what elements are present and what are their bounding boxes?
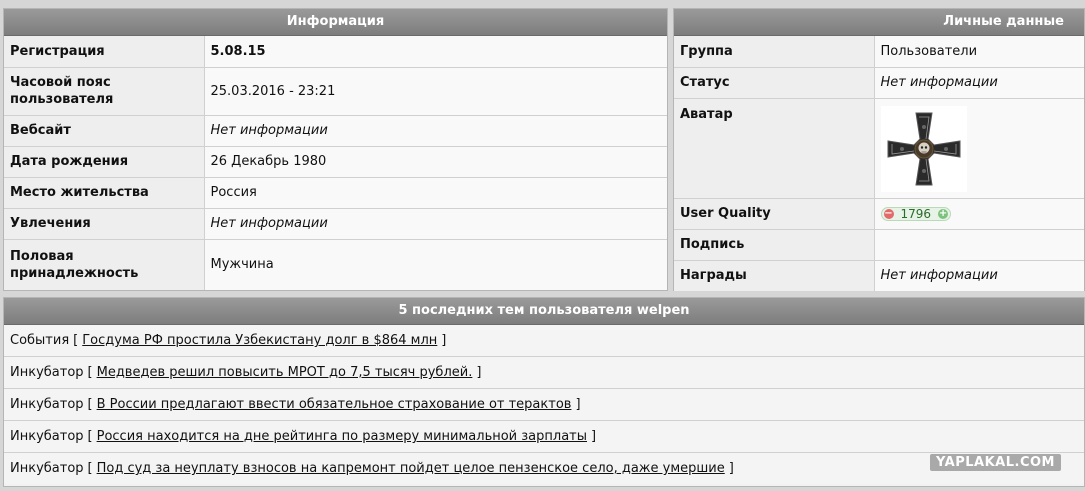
personal-panel: Личные данные Группа Пользователи Статус… [673, 8, 1085, 291]
personal-label: Группа [674, 36, 874, 68]
info-value: 25.03.2016 - 23:21 [203, 67, 667, 116]
iron-cross-avatar-icon [887, 112, 960, 185]
personal-value: Нет информации [873, 260, 1084, 291]
info-table: Регистрация 5.08.15 Часовой пояс пользов… [4, 36, 667, 290]
info-value: Мужчина [203, 239, 667, 290]
bracket-close: ] [441, 333, 447, 348]
info-row-birthday: Дата рождения 26 Декабрь 1980 [4, 146, 667, 178]
personal-panel-title: Личные данные [674, 9, 1084, 36]
info-row-website: Вебсайт Нет информации [4, 115, 667, 147]
personal-row-awards: Награды Нет информации [674, 260, 1084, 291]
info-label: Часовой пояс пользователя [4, 67, 204, 116]
list-item: Инкубатор[ Под суд за неуплату взносов на… [4, 453, 1084, 484]
topic-link[interactable]: В России предлагают ввести обязательное … [97, 397, 572, 412]
bracket-open: [ [87, 397, 93, 412]
info-label: Вебсайт [4, 115, 204, 147]
info-value: Нет информации [203, 115, 667, 147]
list-item: События[Госдума РФ простила Узбекистану … [4, 325, 1084, 357]
bracket-open: [ [73, 333, 79, 348]
personal-table: Группа Пользователи Статус Нет информаци… [674, 36, 1084, 291]
vote-down-button[interactable]: − [883, 208, 894, 219]
bracket-close: ] [476, 365, 482, 380]
info-row-gender: Половая принадлежность Мужчина [4, 239, 667, 290]
topic-section: Инкубатор [10, 461, 84, 476]
list-item: Инкубатор[ Медведев решил повысить МРОТ д… [4, 357, 1084, 389]
personal-value: Пользователи [873, 36, 1084, 68]
list-item: Инкубатор[ В России предлагают ввести обя… [4, 389, 1084, 421]
info-panel-title: Информация [4, 9, 667, 36]
info-value: Россия [203, 177, 667, 209]
bracket-open: [ [87, 461, 93, 476]
quality-cell: − 1796 + [873, 198, 1084, 230]
topic-section: Инкубатор [10, 429, 84, 444]
personal-label: Подпись [674, 229, 874, 261]
personal-row-status: Статус Нет информации [674, 67, 1084, 99]
info-label: Половая принадлежность [4, 239, 204, 290]
topic-section: Инкубатор [10, 397, 84, 412]
list-item: Инкубатор[ Россия находится на дне рейтин… [4, 421, 1084, 453]
personal-label: Аватар [674, 98, 874, 199]
info-value: 26 Декабрь 1980 [203, 146, 667, 178]
personal-label: User Quality [674, 198, 874, 230]
avatar-cell [873, 98, 1084, 199]
info-value: Нет информации [203, 208, 667, 240]
bracket-open: [ [87, 429, 93, 444]
topic-link[interactable]: Медведев решил повысить МРОТ до 7,5 тыся… [97, 365, 473, 380]
info-label: Место жительства [4, 177, 204, 209]
topic-section: События [10, 333, 70, 348]
bracket-open: [ [87, 365, 93, 380]
site-watermark: YAPLAKAL.COM [930, 454, 1061, 471]
topic-link[interactable]: Госдума РФ простила Узбекистану долг в $… [82, 333, 437, 348]
info-row-registration: Регистрация 5.08.15 [4, 36, 667, 68]
info-value: 5.08.15 [203, 36, 667, 68]
bracket-close: ] [728, 461, 734, 476]
recent-topics-title: 5 последних тем пользователя welpen [4, 298, 1084, 325]
info-row-interests: Увлечения Нет информации [4, 208, 667, 240]
quality-value: 1796 [900, 206, 932, 221]
info-label: Увлечения [4, 208, 204, 240]
info-row-location: Место жительства Россия [4, 177, 667, 209]
info-row-timezone: Часовой пояс пользователя 25.03.2016 - 2… [4, 67, 667, 116]
personal-row-signature: Подпись [674, 229, 1084, 261]
bracket-close: ] [575, 397, 581, 412]
personal-value: Нет информации [873, 67, 1084, 99]
recent-topics-panel: 5 последних тем пользователя welpen Собы… [3, 297, 1085, 487]
info-label: Дата рождения [4, 146, 204, 178]
personal-row-quality: User Quality − 1796 + [674, 198, 1084, 230]
personal-value-empty [873, 229, 1084, 261]
topic-section: Инкубатор [10, 365, 84, 380]
topic-link[interactable]: Под суд за неуплату взносов на капремонт… [97, 461, 725, 476]
personal-row-group: Группа Пользователи [674, 36, 1084, 68]
info-label: Регистрация [4, 36, 204, 68]
personal-row-avatar: Аватар [674, 98, 1084, 199]
avatar [880, 105, 967, 192]
vote-up-button[interactable]: + [938, 208, 949, 219]
personal-label: Статус [674, 67, 874, 99]
bracket-close: ] [591, 429, 597, 444]
info-panel: Информация Регистрация 5.08.15 Часовой п… [3, 8, 668, 291]
quality-widget: − 1796 + [880, 206, 952, 221]
personal-label: Награды [674, 260, 874, 291]
topic-link[interactable]: Россия находится на дне рейтинга по разм… [97, 429, 587, 444]
